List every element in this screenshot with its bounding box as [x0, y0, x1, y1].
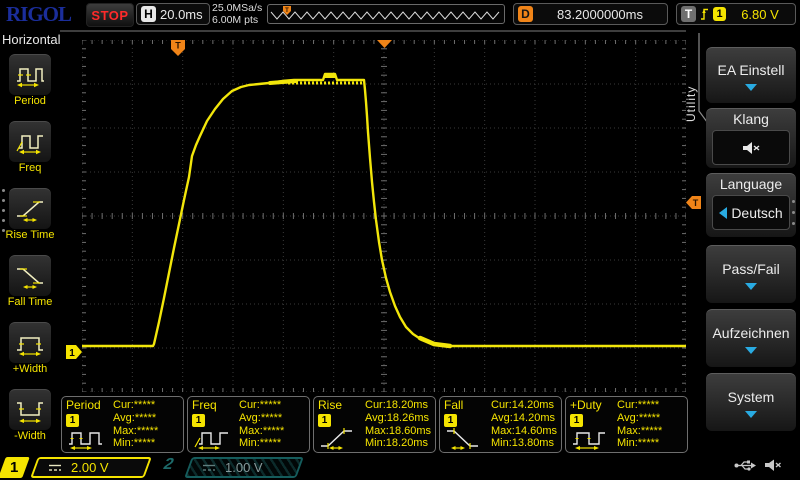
period-icon: [9, 54, 51, 95]
measurement-box-pos-duty[interactable]: +Duty 1 Cur:***** Avg:***** Max:***** Mi…: [565, 396, 688, 453]
channel2-scale: 1.00 V: [225, 460, 263, 475]
channel1-scale: 2.00 V: [71, 460, 109, 475]
status-icon-group: [734, 458, 782, 473]
fall-time-icon: [9, 255, 51, 296]
pos-width-icon: [9, 322, 51, 363]
pos-duty-icon: [571, 426, 617, 450]
measurement-box-period[interactable]: Period 1 Cur:***** Avg:***** Max:***** M…: [61, 396, 184, 453]
utility-tab-label: Utility: [684, 52, 698, 122]
menu-item-system[interactable]: System: [706, 373, 796, 431]
dc-coupling-icon: [202, 463, 216, 473]
measurement-box-rise[interactable]: Rise 1 Cur:18.20ms Avg:18.26ms Max:18.60…: [313, 396, 436, 453]
measurement-name: Freq: [192, 398, 217, 412]
menu-item-label: EA Einstell: [706, 48, 796, 78]
measurement-stats: Cur:14.20ms Avg:14.20ms Max:14.60ms Min:…: [491, 399, 561, 450]
acquisition-readout: 25.0MSa/s 6.00M pts: [212, 3, 262, 26]
svg-text:1: 1: [69, 348, 75, 359]
rigol-logo: RIGOL: [6, 2, 71, 27]
waveform-memory-preview: T: [267, 4, 505, 24]
trigger-readout: T 1 6.80 V: [676, 3, 796, 25]
usb-icon: [734, 459, 756, 472]
memory-depth: 6.00M pts: [212, 15, 262, 27]
rising-edge-icon: [699, 6, 710, 22]
measurement-stats: Cur:18.20ms Avg:18.26ms Max:18.60ms Min:…: [365, 399, 435, 450]
sample-rate: 25.0MSa/s: [212, 3, 262, 15]
menu-item-label: System: [706, 374, 796, 405]
right-page-dots: [792, 200, 795, 232]
measurement-stats: Cur:***** Avg:***** Max:***** Min:*****: [617, 399, 687, 450]
language-value: Deutsch: [731, 205, 782, 221]
trigger-level-value: 6.80 V: [729, 7, 791, 22]
rise-time-icon: [9, 188, 51, 229]
speaker-muted-icon: [741, 140, 761, 156]
run-stop-button[interactable]: STOP: [86, 3, 134, 27]
measurement-box-fall[interactable]: Fall 1 Cur:14.20ms Avg:14.20ms Max:14.60…: [439, 396, 562, 453]
left-menu-label: Fall Time: [0, 296, 60, 308]
svg-text:T: T: [285, 8, 289, 14]
chevron-down-icon: [745, 283, 757, 290]
channel1-label[interactable]: 2.00 V: [30, 457, 152, 478]
graticule: [82, 40, 686, 392]
measurement-box-freq[interactable]: Freq 1 Cur:***** Avg:***** Max:***** Min…: [187, 396, 310, 453]
speaker-muted-icon: [764, 458, 782, 473]
oscilloscope-screen: RIGOL STOP H 20.0ms 25.0MSa/s 6.00M pts …: [0, 0, 800, 480]
measurement-name: Period: [66, 398, 101, 412]
trigger-source-badge: 1: [713, 7, 726, 21]
menu-item-ea-einstell[interactable]: EA Einstell: [706, 47, 796, 103]
delay-value: 83.2000000ms: [537, 7, 663, 22]
measurement-name: +Duty: [570, 398, 602, 412]
chevron-down-icon: [745, 411, 757, 418]
menu-item-language[interactable]: Language Deutsch: [706, 173, 796, 237]
menu-item-klang[interactable]: Klang: [706, 108, 796, 168]
chevron-down-icon: [745, 347, 757, 354]
left-menu-label: Freq: [0, 162, 60, 174]
trigger-badge: T: [681, 6, 696, 22]
channel1-position-marker: 1: [66, 345, 82, 359]
delay-badge: D: [518, 6, 533, 22]
left-menu-label: Rise Time: [0, 229, 60, 241]
timebase-value: 20.0ms: [160, 7, 203, 22]
delay-readout: D 83.2000000ms: [513, 3, 668, 25]
sound-toggle-button[interactable]: [712, 130, 790, 165]
menu-item-label: Klang: [706, 109, 796, 127]
fall-time-icon: [445, 426, 491, 450]
trigger-level-marker: T: [686, 196, 701, 209]
memory-waveform-icon: T: [268, 5, 504, 23]
measurement-name: Rise: [318, 398, 342, 412]
channel1-number[interactable]: 1: [0, 457, 30, 478]
menu-item-aufzeichnen[interactable]: Aufzeichnen: [706, 309, 796, 367]
neg-width-icon: [9, 389, 51, 430]
menu-item-label: Pass/Fail: [706, 246, 796, 277]
h-badge: H: [141, 6, 156, 22]
svg-text:T: T: [693, 198, 699, 208]
channel2-number[interactable]: 2: [161, 456, 176, 474]
channel2-label[interactable]: 1.00 V: [184, 457, 304, 478]
rise-time-icon: [319, 426, 365, 450]
left-menu-label: +Width: [0, 363, 60, 375]
left-menu-label: Period: [0, 95, 60, 107]
menu-item-label: Language: [706, 174, 796, 192]
measurement-name: Fall: [444, 398, 463, 412]
freq-icon: [9, 121, 51, 162]
chevron-left-icon: [719, 207, 727, 219]
menu-item-label: Aufzeichnen: [706, 310, 796, 341]
measurement-stats: Cur:***** Avg:***** Max:***** Min:*****: [239, 399, 309, 450]
horizontal-timebase-readout: H 20.0ms: [136, 3, 210, 25]
dc-coupling-icon: [48, 463, 62, 473]
period-icon: [67, 426, 113, 450]
measurement-stats: Cur:***** Avg:***** Max:***** Min:*****: [113, 399, 183, 450]
left-page-dots: [2, 189, 5, 239]
language-select[interactable]: Deutsch: [712, 195, 790, 230]
left-menu-title: Horizontal: [2, 32, 61, 47]
top-separator: [60, 30, 686, 32]
chevron-down-icon: [745, 84, 757, 91]
freq-icon: [193, 426, 239, 450]
left-menu-label: -Width: [0, 430, 60, 442]
menu-item-pass-fail[interactable]: Pass/Fail: [706, 245, 796, 303]
